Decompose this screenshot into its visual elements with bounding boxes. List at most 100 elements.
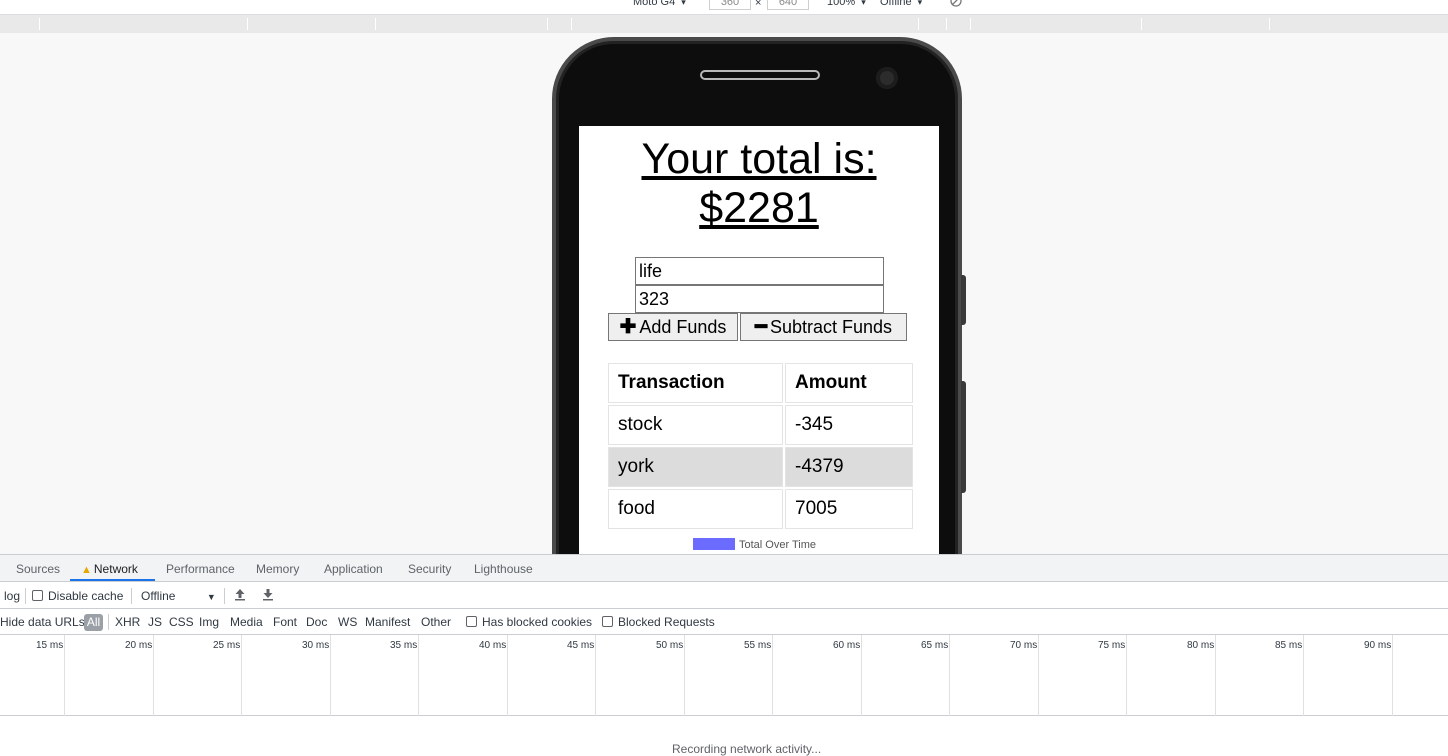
tab-network[interactable]: ▲ Network (81, 562, 138, 576)
chevron-down-icon: ▾ (681, 0, 686, 7)
transaction-form (635, 257, 884, 313)
devtools-panel: Sources ▲ Network Performance Memory Appl… (0, 554, 1448, 756)
transaction-name-cell: stock (608, 405, 783, 445)
toolbar-divider (25, 588, 26, 604)
ruler-tick (39, 18, 40, 30)
transaction-amount-cell: -4379 (785, 447, 913, 487)
toolbar-divider (108, 614, 109, 630)
device-viewport: Your total is: $2281 ✚Add Funds ━Subtrac… (0, 33, 1448, 554)
timeline-label: 25 ms (213, 640, 241, 651)
timeline-label: 20 ms (125, 640, 153, 651)
throttle-select-label: Offline (880, 0, 912, 8)
total-heading-line1: Your total is: (641, 135, 877, 183)
timeline-label: 15 ms (36, 640, 64, 651)
legend-label: Total Over Time (739, 539, 817, 551)
filter-other[interactable]: Other (421, 615, 451, 629)
network-throttle-select[interactable]: Offline ▼ (141, 589, 216, 603)
timeline-gridline (595, 635, 596, 716)
timeline-label: 85 ms (1275, 640, 1303, 651)
transaction-amount-cell: -345 (785, 405, 913, 445)
filter-css[interactable]: CSS (169, 615, 194, 629)
subtract-funds-label: Subtract Funds (769, 317, 893, 337)
timeline-label: 90 ms (1364, 640, 1392, 651)
network-toolbar: log Disable cache Offline ▼ (0, 583, 1448, 609)
tab-lighthouse[interactable]: Lighthouse (474, 562, 533, 576)
timeline-gridline (1303, 635, 1304, 716)
filter-font[interactable]: Font (273, 615, 297, 629)
tab-application[interactable]: Application (324, 562, 383, 576)
filter-ws[interactable]: WS (338, 615, 357, 629)
add-funds-label: Add Funds (639, 317, 727, 337)
hide-data-urls-label[interactable]: Hide data URLs (0, 615, 85, 629)
checkbox-box (602, 616, 613, 627)
transactions-table: Transaction Amount stock -345 york -4379… (606, 361, 915, 531)
chart-legend[interactable]: Total Over Time (693, 538, 816, 551)
device-width-input[interactable]: 360 (709, 0, 751, 10)
tab-memory[interactable]: Memory (256, 562, 299, 576)
tab-security[interactable]: Security (408, 562, 451, 576)
ruler-tick (571, 18, 572, 30)
ruler-tick (247, 18, 248, 30)
checkbox-box (32, 590, 43, 601)
tab-sources[interactable]: Sources (16, 562, 60, 576)
chevron-down-icon: ▾ (861, 0, 866, 7)
timeline-gridline (772, 635, 773, 716)
throttle-select[interactable]: Offline ▾ (880, 0, 922, 8)
funds-buttons: ✚ Add Funds ━ Subtract Funds (608, 313, 928, 341)
filter-manifest[interactable]: Manifest (365, 615, 410, 629)
phone-side-button (961, 275, 966, 325)
filter-js[interactable]: JS (148, 615, 162, 629)
devtools-tabbar: Sources ▲ Network Performance Memory Appl… (0, 555, 1448, 582)
zoom-select[interactable]: 100% ▾ (827, 0, 866, 8)
subtract-funds-button[interactable]: ━ Subtract Funds (740, 313, 907, 341)
minus-icon: ━ (754, 316, 767, 338)
phone-side-button (961, 381, 966, 493)
network-overview-timeline[interactable]: 15 ms 20 ms 25 ms 30 ms 35 ms 40 ms 45 ms 50 ms… (0, 635, 1448, 716)
timeline-label: 65 ms (921, 640, 949, 651)
network-filter-bar: Hide data URLs All XHR JS CSS Img Media … (0, 610, 1448, 635)
timeline-gridline (64, 635, 65, 716)
timeline-gridline (949, 635, 950, 716)
add-funds-button[interactable]: ✚ Add Funds (608, 313, 738, 341)
disable-cache-label: Disable cache (48, 589, 124, 603)
filter-all[interactable]: All (84, 614, 103, 631)
blocked-requests-checkbox[interactable]: Blocked Requests (602, 615, 715, 629)
filter-xhr[interactable]: XHR (115, 615, 140, 629)
filter-img[interactable]: Img (199, 615, 219, 629)
total-amount: $2281 (699, 184, 819, 232)
rotate-icon[interactable] (949, 0, 963, 8)
device-height-input[interactable]: 640 (767, 0, 809, 10)
timeline-gridline (241, 635, 242, 716)
device-toolbar: Moto G4 ▾ 360 × 640 100% ▾ Offline ▾ (0, 0, 1448, 15)
tab-performance[interactable]: Performance (166, 562, 235, 576)
table-row: food 7005 (608, 489, 913, 529)
export-har-icon[interactable] (262, 588, 274, 604)
timeline-gridline (1038, 635, 1039, 716)
timeline-label: 35 ms (390, 640, 418, 651)
device-select[interactable]: Moto G4 ▾ (633, 0, 686, 8)
total-heading: Your total is: $2281 (579, 135, 939, 233)
toolbar-divider (224, 588, 225, 604)
timeline-label: 70 ms (1010, 640, 1038, 651)
timeline-label: 60 ms (833, 640, 861, 651)
timeline-label: 80 ms (1187, 640, 1215, 651)
ruler-tick (970, 18, 971, 30)
plus-icon: ✚ (619, 316, 637, 338)
transaction-name-cell: york (608, 447, 783, 487)
disable-cache-checkbox[interactable]: Disable cache (32, 589, 123, 603)
timeline-gridline (861, 635, 862, 716)
tab-network-label: Network (93, 562, 138, 576)
media-query-ruler[interactable] (0, 15, 1448, 33)
chevron-down-icon: ▾ (917, 0, 923, 7)
column-header-transaction: Transaction (608, 363, 783, 403)
transaction-amount-input[interactable] (635, 285, 884, 313)
recording-status: Recording network activity... (672, 742, 822, 756)
column-header-amount: Amount (785, 363, 913, 403)
filter-media[interactable]: Media (230, 615, 263, 629)
preserve-log-label[interactable]: log (4, 589, 20, 603)
ruler-tick (1141, 18, 1142, 30)
import-har-icon[interactable] (234, 588, 246, 604)
transaction-name-input[interactable] (635, 257, 884, 285)
filter-doc[interactable]: Doc (306, 615, 327, 629)
has-blocked-cookies-checkbox[interactable]: Has blocked cookies (466, 615, 592, 629)
